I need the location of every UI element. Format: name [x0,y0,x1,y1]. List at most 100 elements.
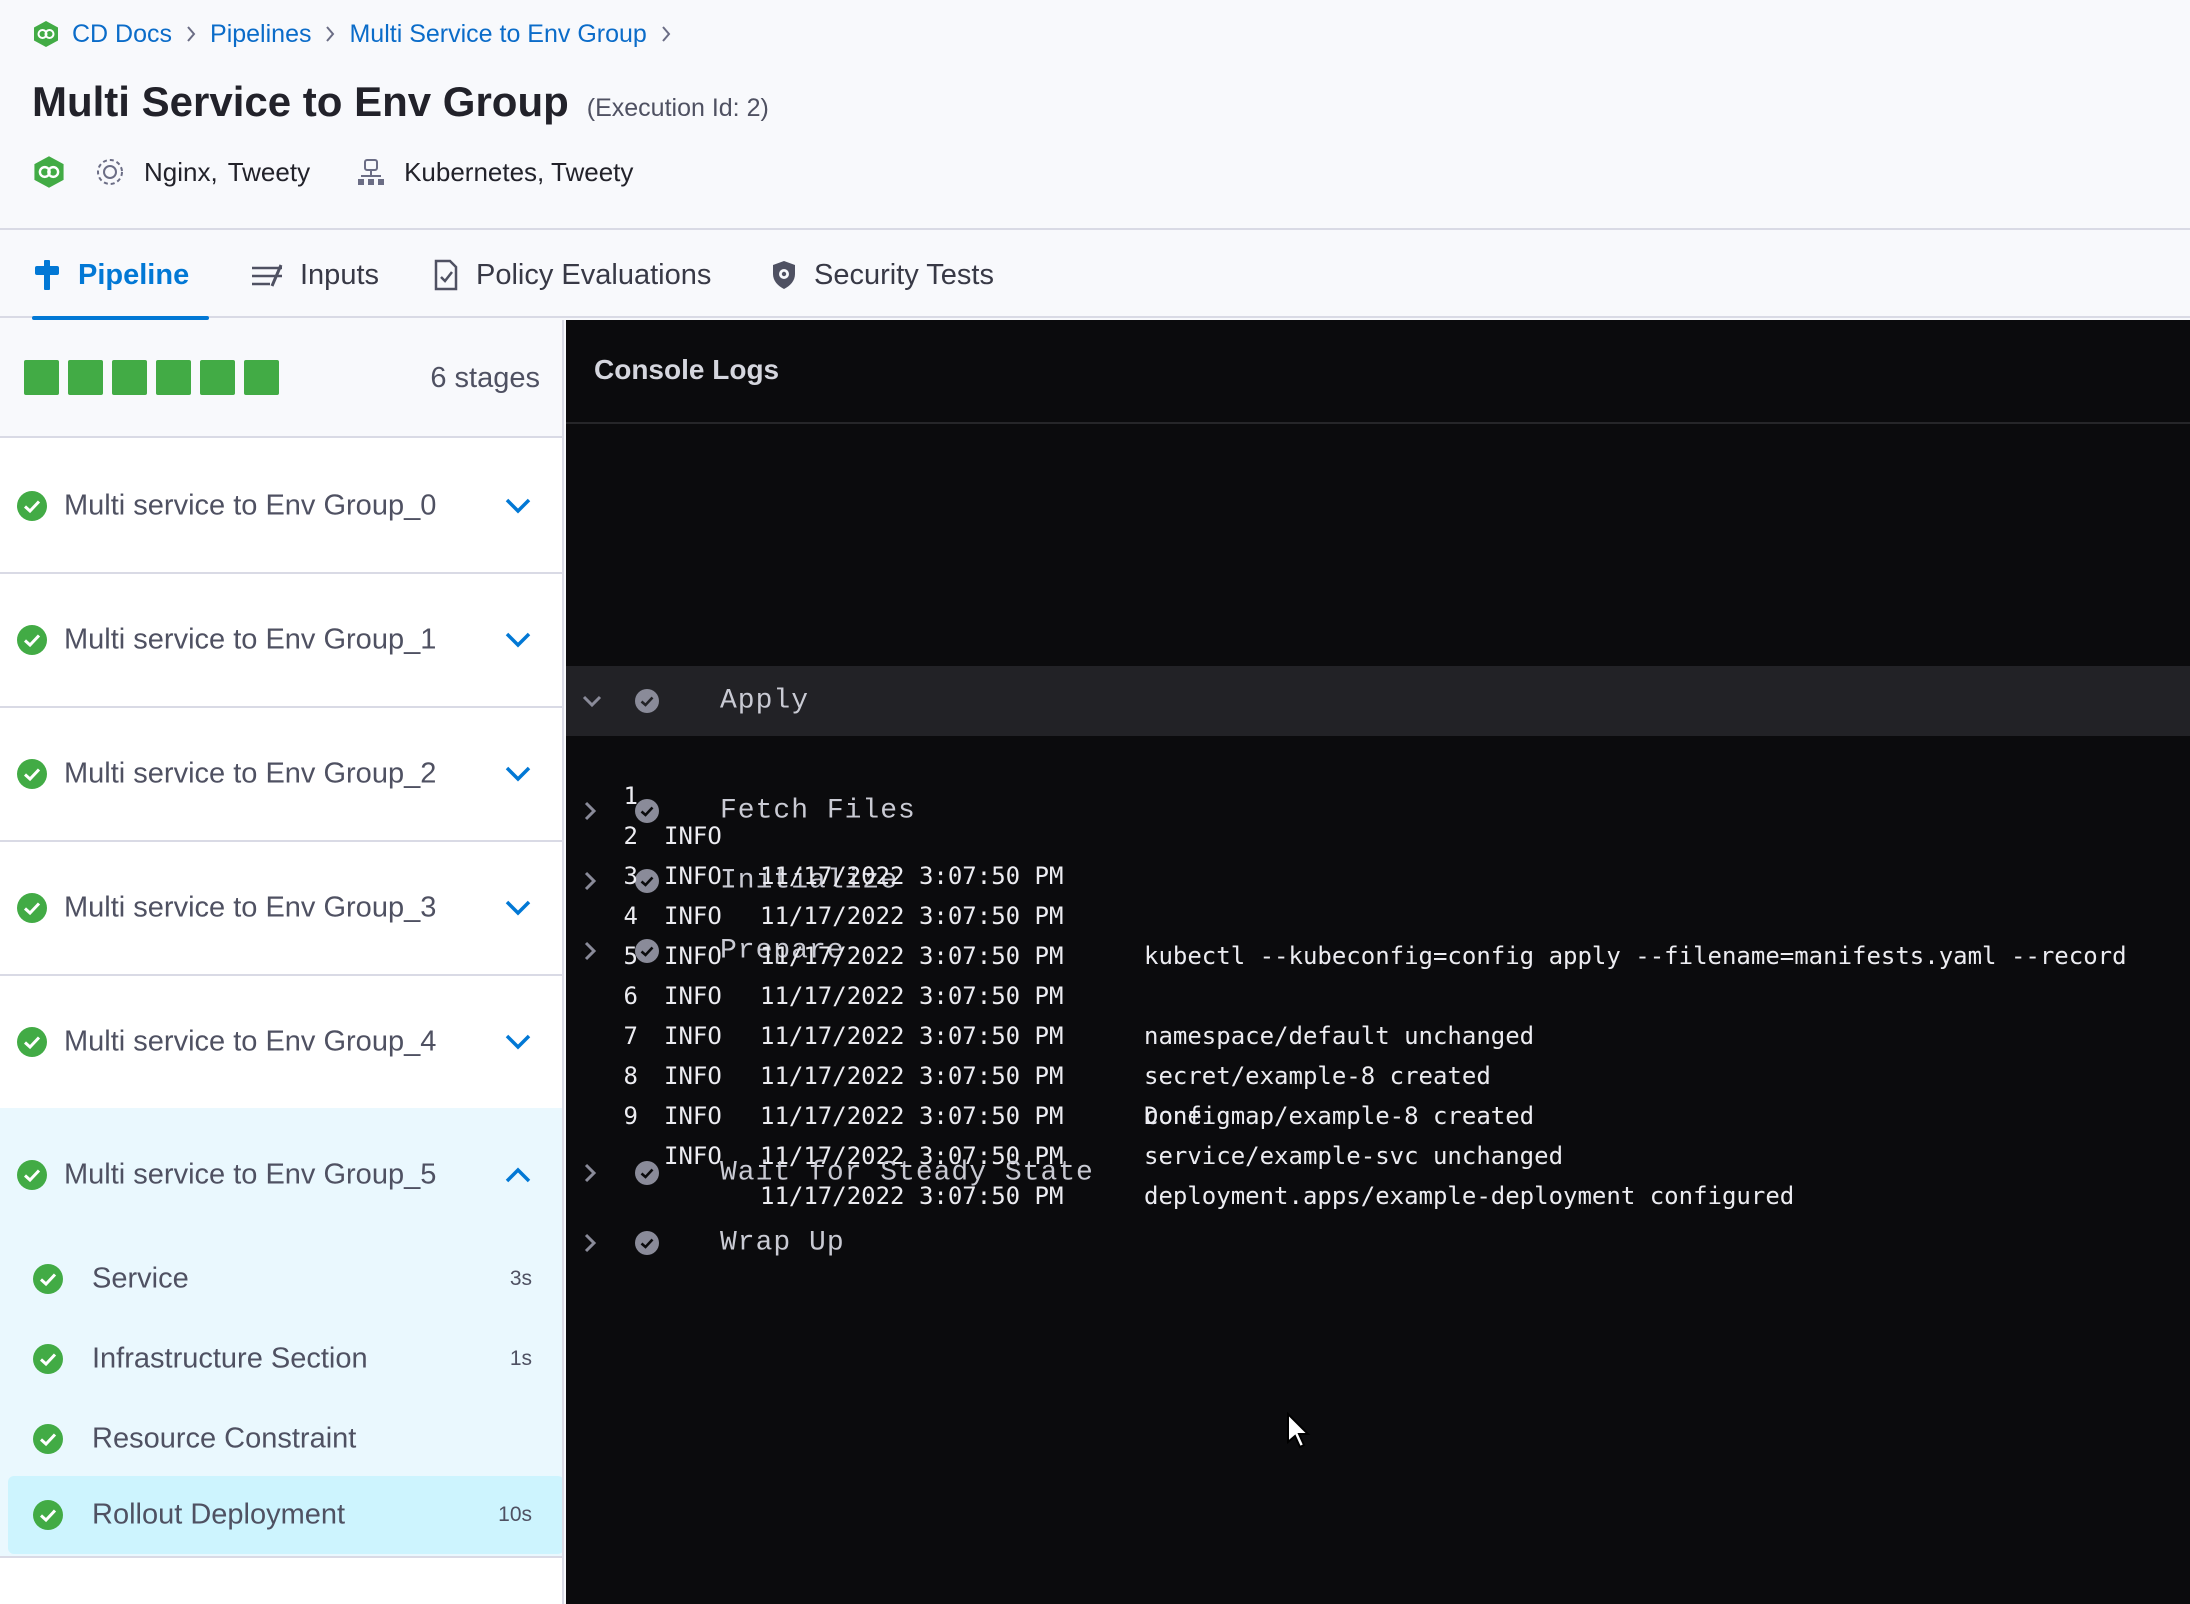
execution-header: CD Docs Pipelines Multi Service to Env G… [0,0,2190,230]
stage-status-square[interactable] [200,360,235,395]
stage-status-square[interactable] [156,360,191,395]
log-timestamp: 11/17/2022 3:07:50 PM [760,942,1064,970]
log-level: INFO [664,1062,722,1090]
stage-status-square[interactable] [24,360,59,395]
tab-policy-evaluations[interactable]: Policy Evaluations [432,232,711,318]
step-row-service[interactable]: Service 3s [8,1240,562,1318]
log-section-fetch-files[interactable]: Fetch Files [566,776,2190,846]
log-line: 4 INFO 11/17/2022 3:07:50 PM namespace/d… [566,856,1535,1050]
stage-status-square[interactable] [112,360,147,395]
log-level: INFO [664,822,722,850]
breadcrumb: CD Docs Pipelines Multi Service to Env G… [32,18,685,50]
stage-name: Multi service to Env Group_4 [64,1025,437,1058]
log-line: 5 INFO 11/17/2022 3:07:50 PM secret/exam… [566,896,1491,1090]
stage-row[interactable]: Multi service to Env Group_3 [0,842,562,976]
stage-row[interactable]: Multi service to Env Group_0 [0,440,562,574]
log-section-name: Wait for Steady State [720,1157,1094,1189]
breadcrumb-pipeline[interactable]: Multi Service to Env Group [349,20,646,49]
stage-status-square[interactable] [244,360,279,395]
stage-name: Multi service to Env Group_5 [64,1158,437,1191]
log-section-apply[interactable]: Apply [566,666,2190,736]
check-circle-icon [634,1230,660,1256]
log-message-continuation: Done. [1144,1102,1217,1130]
tab-pipeline[interactable]: Pipeline [32,232,210,320]
log-level: INFO [664,942,722,970]
log-timestamp: 11/17/2022 3:07:50 PM [760,902,1064,930]
chevron-up-icon[interactable] [504,1166,532,1184]
log-timestamp: 11/17/2022 3:07:50 PM [760,982,1064,1010]
success-check-icon [16,892,48,924]
step-duration: 1s [509,1347,532,1370]
log-line: 8 INFO 11/17/2022 3:07:50 PM deployment.… [566,1016,1795,1210]
chevron-down-icon[interactable] [504,631,532,649]
step-name: Resource Constraint [92,1422,357,1455]
mouse-pointer-icon [1286,1412,1312,1450]
log-timestamp: 11/17/2022 3:07:50 PM [760,1102,1064,1130]
execution-meta: Nginx, Tweety Kubernetes, Tweety [32,152,633,192]
log-line: 1 INFO 11/17/2022 3:07:50 PM [566,736,1064,890]
stage-row[interactable]: Multi service to Env Group_2 [0,708,562,842]
chevron-down-icon[interactable] [504,497,532,515]
step-row-rollout-deployment[interactable]: Rollout Deployment 10s [8,1476,562,1554]
cd-module-icon [32,155,66,189]
log-line: 2 INFO 11/17/2022 3:07:50 PM kubectl --k… [566,776,2127,970]
stages-summary: 6 stages [0,320,562,438]
stage-row-expanded[interactable]: Multi service to Env Group_5 [0,1108,562,1242]
log-section-name: Wrap Up [720,1227,845,1259]
chevron-right-icon [580,1161,600,1185]
log-level: INFO [664,982,722,1010]
log-level: INFO [664,1022,722,1050]
service-name-1: Tweety [227,156,311,187]
tab-inputs[interactable]: Inputs [250,232,379,318]
chevron-down-icon[interactable] [504,899,532,917]
policy-icon [432,258,460,292]
log-message: kubectl --kubeconfig=config apply --file… [1144,942,2127,970]
execution-id: (Execution Id: 2) [586,94,769,122]
stage-row[interactable]: Multi service to Env Group_4 [0,976,562,1110]
security-shield-icon [770,259,798,291]
breadcrumb-pipelines[interactable]: Pipelines [210,20,311,49]
project-icon [32,20,60,48]
log-level: INFO [664,862,722,890]
log-section-wait-for-steady-state[interactable]: Wait for Steady State [566,1138,2190,1208]
breadcrumb-project[interactable]: CD Docs [72,20,172,49]
stage-status-square[interactable] [68,360,103,395]
console-header: Console Logs [566,320,2190,424]
log-line: 9 INFO 11/17/2022 3:07:50 PM [566,1056,1064,1210]
log-timestamp: 11/17/2022 3:07:50 PM [760,1022,1064,1050]
success-check-icon [16,490,48,522]
success-check-icon [16,624,48,656]
step-duration: 3s [509,1267,532,1290]
log-line: 7 INFO 11/17/2022 3:07:50 PM service/exa… [566,976,1563,1170]
step-name: Rollout Deployment [92,1498,346,1531]
stage-name: Multi service to Env Group_2 [64,757,437,790]
log-timestamp: 11/17/2022 3:07:50 PM [760,1062,1064,1090]
stage-row[interactable]: Multi service to Env Group_1 [0,574,562,708]
step-row-infrastructure[interactable]: Infrastructure Section 1s [8,1320,562,1398]
step-name: Service [92,1262,189,1295]
success-check-icon [16,1159,48,1191]
success-check-icon [16,758,48,790]
log-line: 6 INFO 11/17/2022 3:07:50 PM configmap/e… [566,936,1535,1130]
log-message: namespace/default unchanged [1144,1022,1535,1050]
log-section-wrap-up[interactable]: Wrap Up [566,1208,2190,1278]
step-row-resource-constraint[interactable]: Resource Constraint [8,1400,562,1478]
page-title: Multi Service to Env Group [32,78,569,125]
stages-panel: 6 stages Multi service to Env Group_0 Mu… [0,320,564,1604]
tab-inputs-label: Inputs [300,258,379,291]
success-check-icon [32,1343,64,1375]
tab-security-tests[interactable]: Security Tests [770,232,994,318]
chevron-down-icon[interactable] [504,1033,532,1051]
console-logs-panel: Console Logs Fetch Files Initialize Prep… [566,320,2190,1604]
log-level: INFO [664,902,722,930]
stage-status-strip [24,360,279,395]
success-check-icon [32,1423,64,1455]
stage-name: Multi service to Env Group_1 [64,623,437,656]
log-timestamp: 11/17/2022 3:07:50 PM [760,862,1064,890]
step-name: Infrastructure Section [92,1342,368,1375]
stage-count: 6 stages [430,362,540,394]
console-title: Console Logs [594,354,780,385]
stage-expanded: Multi service to Env Group_5 Service 3s … [0,1108,562,1558]
success-check-icon [32,1499,64,1531]
chevron-down-icon[interactable] [504,765,532,783]
